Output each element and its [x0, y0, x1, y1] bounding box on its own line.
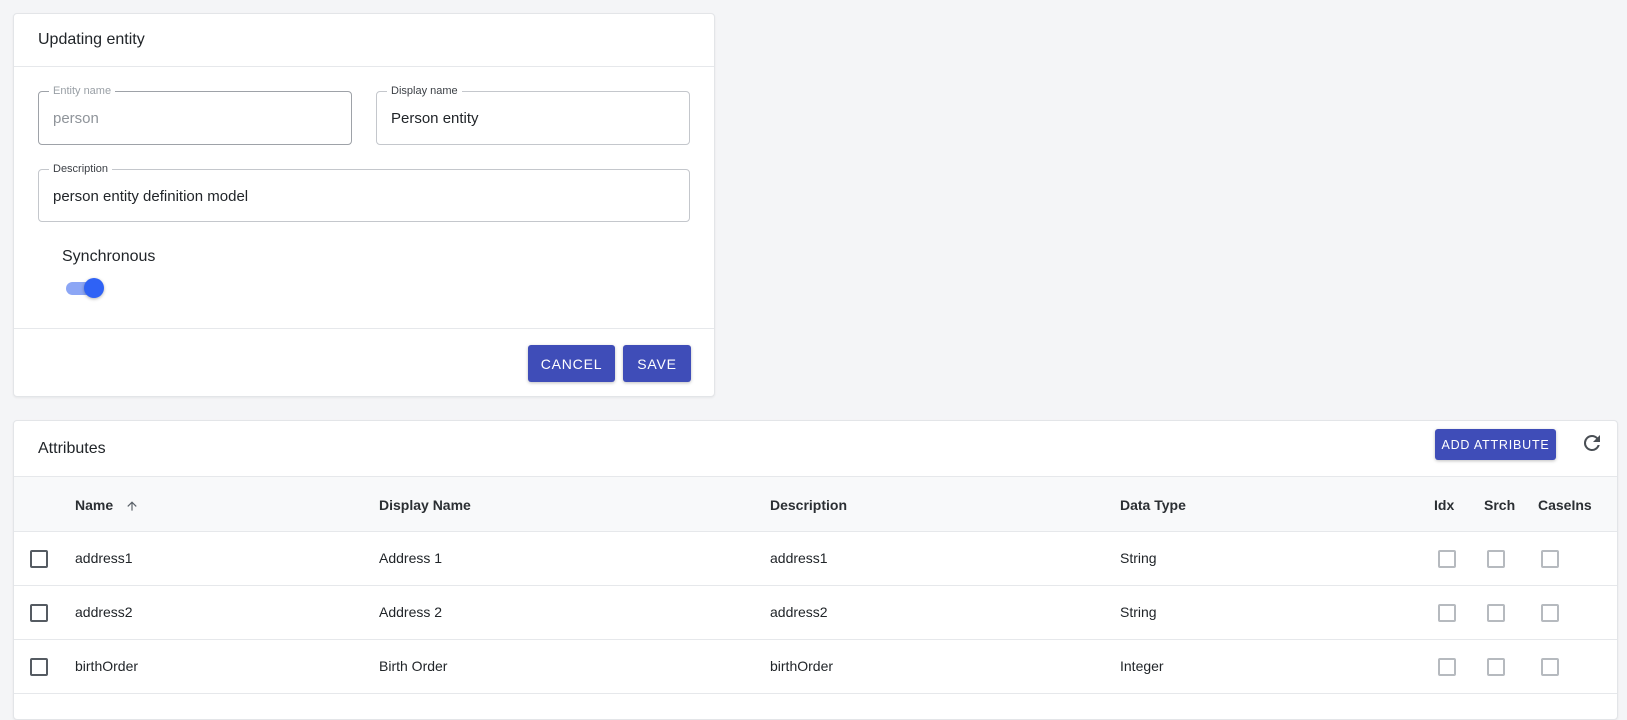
- cell-name: birthOrder: [75, 658, 139, 674]
- entity-edit-card: Updating entity Entity name Display name…: [13, 13, 715, 397]
- description-input[interactable]: [53, 187, 675, 207]
- entity-name-input: [53, 109, 337, 129]
- synchronous-toggle[interactable]: [66, 277, 104, 299]
- cell-data-type: String: [1120, 604, 1157, 620]
- column-header-data-type[interactable]: Data Type: [1120, 497, 1186, 513]
- cell-description: address2: [770, 604, 828, 620]
- add-attribute-button[interactable]: ADD ATTRIBUTE: [1435, 429, 1556, 460]
- srch-checkbox[interactable]: [1487, 658, 1505, 676]
- entity-card-title: Updating entity: [14, 14, 714, 67]
- column-header-display-name[interactable]: Display Name: [379, 497, 471, 513]
- idx-checkbox[interactable]: [1438, 604, 1456, 622]
- cell-display-name: Address 2: [379, 604, 443, 620]
- srch-checkbox[interactable]: [1487, 604, 1505, 622]
- caseins-checkbox[interactable]: [1541, 604, 1559, 622]
- idx-checkbox[interactable]: [1438, 658, 1456, 676]
- cell-display-name: Birth Order: [379, 658, 448, 674]
- entity-name-field: Entity name: [38, 84, 352, 145]
- cell-display-name: Address 1: [379, 550, 443, 566]
- caseins-checkbox[interactable]: [1541, 550, 1559, 568]
- idx-checkbox[interactable]: [1438, 550, 1456, 568]
- entity-card-footer: CANCEL SAVE: [14, 328, 714, 398]
- cancel-button[interactable]: CANCEL: [528, 345, 615, 382]
- column-header-name[interactable]: Name: [75, 497, 139, 513]
- attributes-card: Attributes ADD ATTRIBUTE Name Display Na…: [13, 420, 1618, 720]
- caseins-checkbox[interactable]: [1541, 658, 1559, 676]
- column-header-caseins: CaseIns: [1538, 497, 1592, 513]
- cell-data-type: String: [1120, 550, 1157, 566]
- cell-description: birthOrder: [770, 658, 834, 674]
- arrow-up-icon: [127, 501, 137, 511]
- display-name-field[interactable]: Display name: [376, 84, 690, 145]
- description-field[interactable]: Description: [38, 162, 690, 222]
- save-button[interactable]: SAVE: [623, 345, 691, 382]
- column-header-description[interactable]: Description: [770, 497, 847, 513]
- column-header-srch: Srch: [1484, 497, 1516, 513]
- entity-name-label: Entity name: [49, 84, 116, 98]
- row-select-checkbox[interactable]: [30, 604, 48, 622]
- display-name-label: Display name: [387, 84, 462, 98]
- description-label: Description: [49, 162, 113, 176]
- cell-name: address1: [75, 550, 133, 566]
- synchronous-label: Synchronous: [62, 248, 156, 265]
- cell-description: address1: [770, 550, 828, 566]
- refresh-icon[interactable]: [1580, 431, 1604, 455]
- srch-checkbox[interactable]: [1487, 550, 1505, 568]
- attributes-title: Attributes: [38, 439, 106, 457]
- cell-data-type: Integer: [1120, 658, 1164, 674]
- column-name-label: Name: [75, 497, 114, 513]
- table-row[interactable]: address2 Address 2 address2 String: [14, 586, 1617, 640]
- toggle-thumb: [84, 278, 104, 298]
- table-row[interactable]: birthOrder Birth Order birthOrder Intege…: [14, 640, 1617, 694]
- column-header-idx: Idx: [1434, 497, 1455, 513]
- cell-name: address2: [75, 604, 133, 620]
- display-name-input[interactable]: [391, 109, 675, 129]
- attributes-table-header: Name Display Name Description Data Type …: [14, 476, 1617, 532]
- table-row[interactable]: address1 Address 1 address1 String: [14, 532, 1617, 586]
- attributes-header: Attributes ADD ATTRIBUTE: [14, 421, 1617, 476]
- row-select-checkbox[interactable]: [30, 550, 48, 568]
- row-select-checkbox[interactable]: [30, 658, 48, 676]
